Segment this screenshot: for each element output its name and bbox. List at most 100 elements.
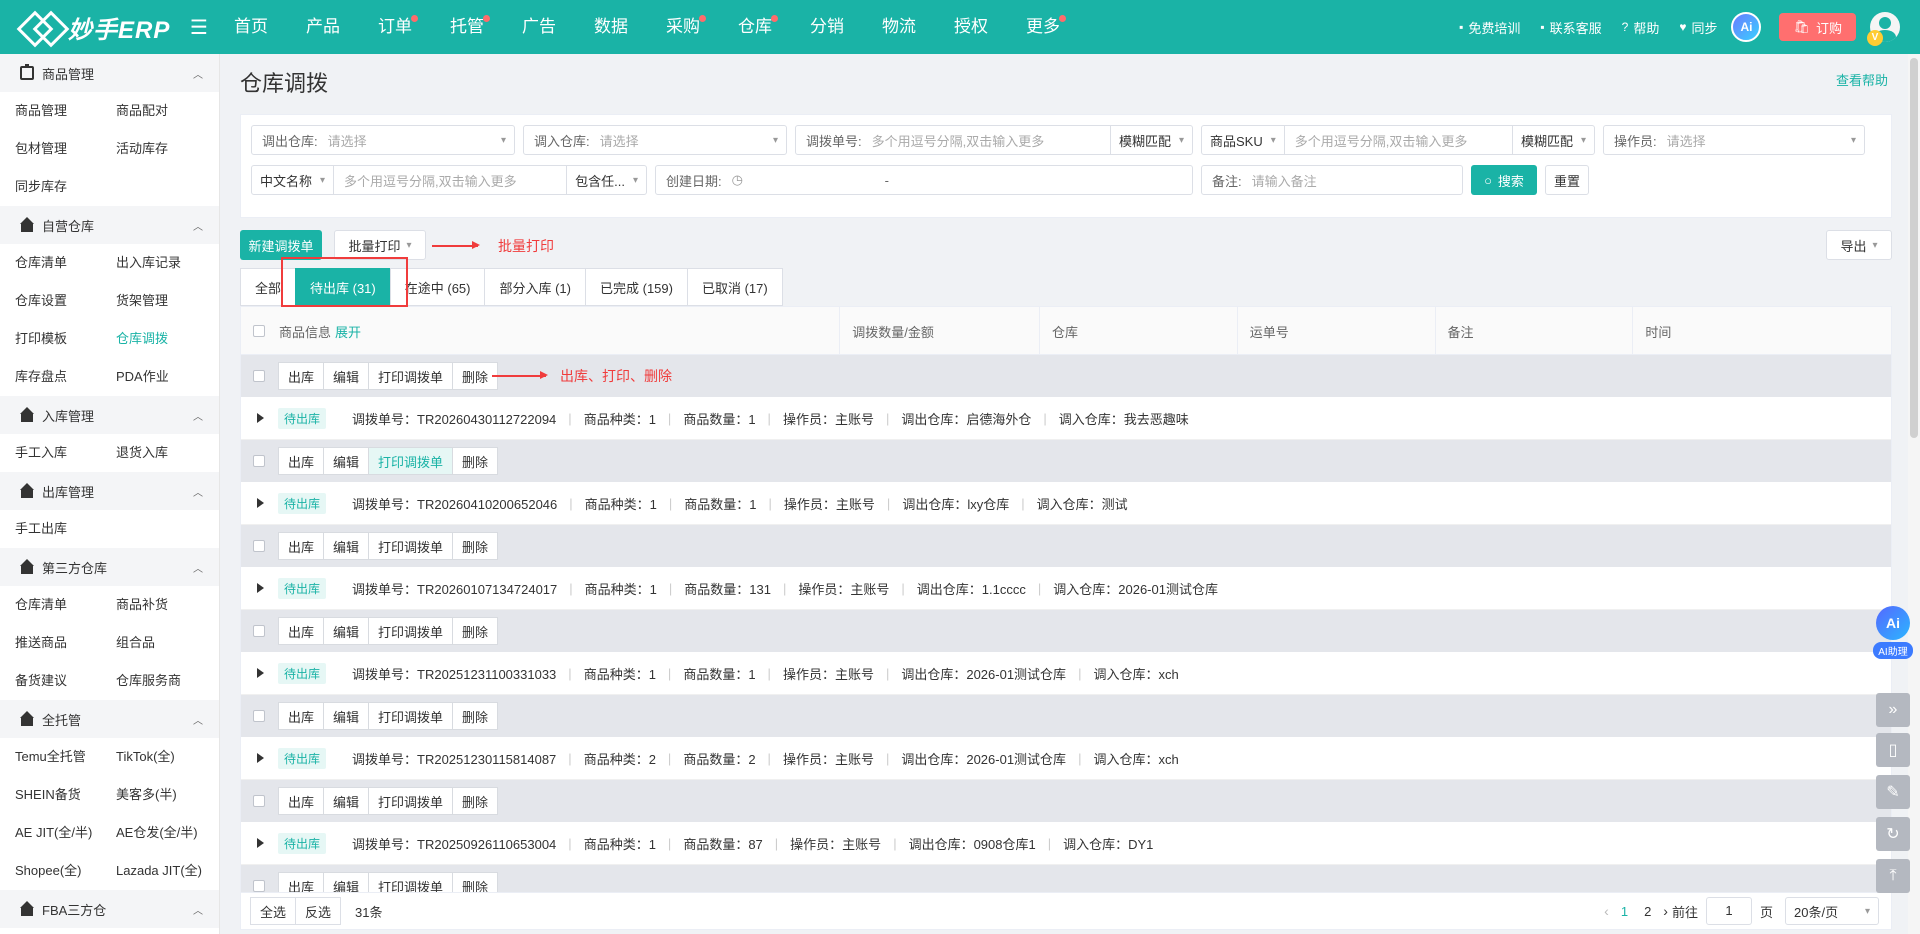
expand-row-icon[interactable]: [257, 583, 264, 593]
sidebar-item[interactable]: SHEIN备货: [15, 776, 116, 814]
sidebar-item[interactable]: 组合品: [116, 624, 217, 662]
transfer-no-match-select[interactable]: 模糊匹配 ▾: [1109, 126, 1192, 154]
print-transfer-button[interactable]: 打印调拨单: [368, 532, 454, 560]
row-checkbox[interactable]: [253, 795, 265, 807]
top-link[interactable]: ? 帮助: [1622, 18, 1660, 37]
edit-button[interactable]: 编辑: [323, 787, 370, 815]
row-checkbox[interactable]: [253, 455, 265, 467]
next-page-icon[interactable]: ›: [1663, 903, 1668, 919]
sidebar-item[interactable]: 货架管理: [116, 282, 217, 320]
menu-toggle-icon[interactable]: ☰: [190, 15, 214, 40]
sidebar-item[interactable]: Temu全托管: [15, 738, 116, 776]
ship-out-button[interactable]: 出库: [278, 702, 325, 730]
sidebar-item[interactable]: AE仓发(全/半): [116, 814, 217, 852]
sidebar-item[interactable]: 商品配对: [116, 92, 217, 130]
sidebar-item[interactable]: 仓库设置: [15, 282, 116, 320]
sidebar-item[interactable]: 活动库存: [116, 130, 217, 168]
collapse-icon[interactable]: »: [1876, 693, 1910, 727]
cn-name-type-select[interactable]: 中文名称 ▾: [252, 166, 335, 194]
help-link[interactable]: 查看帮助: [1836, 70, 1888, 89]
edit-button[interactable]: 编辑: [323, 362, 370, 390]
nav-item[interactable]: 物流: [870, 0, 928, 54]
sidebar-section-header[interactable]: 全托管 ︿: [0, 700, 219, 738]
top-link[interactable]: ♥ 同步: [1679, 18, 1717, 37]
nav-item[interactable]: 采购: [654, 0, 712, 54]
sidebar-item[interactable]: PDA作业: [116, 358, 217, 396]
print-transfer-button[interactable]: 打印调拨单: [368, 362, 454, 390]
print-transfer-button[interactable]: 打印调拨单: [368, 787, 454, 815]
nav-item[interactable]: 首页: [222, 0, 280, 54]
nav-item[interactable]: 授权: [942, 0, 1000, 54]
expand-row-icon[interactable]: [257, 753, 264, 763]
expand-link[interactable]: 展开: [335, 322, 361, 341]
sidebar-item[interactable]: 手工入库: [15, 434, 116, 472]
nav-item[interactable]: 广告: [510, 0, 568, 54]
transfer-no-field[interactable]: 调拨单号: 多个用逗号分隔,双击输入更多 模糊匹配 ▾: [795, 125, 1193, 155]
edit-button[interactable]: 编辑: [323, 532, 370, 560]
delete-button[interactable]: 删除: [452, 787, 499, 815]
back-to-top-icon[interactable]: ⤒: [1876, 859, 1910, 893]
sidebar-item[interactable]: 包材管理: [15, 130, 116, 168]
sidebar-item[interactable]: 手工出库: [15, 510, 116, 548]
ship-out-button[interactable]: 出库: [278, 787, 325, 815]
sidebar-item[interactable]: 商品补货: [116, 586, 217, 624]
sku-type-select[interactable]: 商品SKU ▾: [1202, 126, 1285, 154]
edit-button[interactable]: 编辑: [323, 447, 370, 475]
expand-row-icon[interactable]: [257, 413, 264, 423]
logo[interactable]: 妙手ERP: [0, 10, 180, 45]
sidebar-item[interactable]: 美客多(半): [116, 776, 217, 814]
expand-row-icon[interactable]: [257, 498, 264, 508]
edit-button[interactable]: 编辑: [323, 617, 370, 645]
nav-item[interactable]: 托管: [438, 0, 496, 54]
sku-field[interactable]: 商品SKU ▾ 多个用逗号分隔,双击输入更多 模糊匹配 ▾: [1201, 125, 1595, 155]
tab[interactable]: 部分入库 (1): [484, 268, 585, 306]
expand-row-icon[interactable]: [257, 668, 264, 678]
sidebar-item[interactable]: 备货建议: [15, 662, 116, 700]
ship-out-button[interactable]: 出库: [278, 447, 325, 475]
top-link[interactable]: ▪ 免费培训: [1459, 18, 1520, 37]
refresh-icon[interactable]: ↻: [1876, 817, 1910, 851]
new-transfer-button[interactable]: 新建调拨单: [240, 230, 322, 260]
invert-selection-button[interactable]: 反选: [295, 897, 342, 925]
nav-item[interactable]: 产品: [294, 0, 352, 54]
sidebar-section-header[interactable]: FBA三方仓 ︿: [0, 890, 219, 928]
search-button[interactable]: ○ 搜索: [1471, 165, 1537, 195]
delete-button[interactable]: 删除: [452, 447, 499, 475]
sidebar-item[interactable]: 同步库存: [15, 168, 116, 206]
created-date-range[interactable]: 创建日期: ◷ -: [655, 165, 1193, 195]
nav-item[interactable]: 分销: [798, 0, 856, 54]
remark-input[interactable]: 备注: 请输入备注: [1201, 165, 1463, 195]
top-link[interactable]: ▪ 联系客服: [1540, 18, 1601, 37]
ship-out-button[interactable]: 出库: [278, 617, 325, 645]
delete-button[interactable]: 删除: [452, 617, 499, 645]
page-size-select[interactable]: 20条/页 ▾: [1785, 897, 1879, 925]
ship-out-button[interactable]: 出库: [278, 362, 325, 390]
row-checkbox[interactable]: [253, 710, 265, 722]
sidebar-section-header[interactable]: 出库管理 ︿: [0, 472, 219, 510]
sidebar-item[interactable]: 打印模板: [15, 320, 116, 358]
sidebar-item[interactable]: Lazada JIT(全): [116, 852, 217, 890]
ai-assistant-icon[interactable]: Ai: [1731, 12, 1762, 42]
row-checkbox[interactable]: [253, 540, 265, 552]
cn-name-mode-select[interactable]: 包含任... ▾: [566, 166, 646, 194]
sidebar-section-header[interactable]: 入库管理 ︿: [0, 396, 219, 434]
out-warehouse-select[interactable]: 调出仓库: 请选择 ▾: [251, 125, 515, 155]
select-all-button[interactable]: 全选: [250, 897, 297, 925]
cn-name-field[interactable]: 中文名称 ▾ 多个用逗号分隔,双击输入更多 包含任... ▾: [251, 165, 647, 195]
sidebar-item[interactable]: 退货入库: [116, 434, 217, 472]
mobile-icon[interactable]: ▯: [1876, 733, 1910, 767]
ai-assistant-float[interactable]: Ai AI助理: [1873, 606, 1913, 659]
nav-item[interactable]: 仓库: [726, 0, 784, 54]
sidebar-item[interactable]: 仓库清单: [15, 244, 116, 282]
sidebar-item[interactable]: 推送商品: [15, 624, 116, 662]
in-warehouse-select[interactable]: 调入仓库: 请选择 ▾: [523, 125, 787, 155]
reset-button[interactable]: 重置: [1545, 165, 1589, 195]
page-2[interactable]: 2: [1644, 904, 1651, 919]
batch-print-dropdown[interactable]: 批量打印 ▾: [334, 230, 426, 260]
expand-row-icon[interactable]: [257, 838, 264, 848]
goto-page-input[interactable]: 1: [1705, 897, 1752, 925]
export-dropdown[interactable]: 导出 ▾: [1826, 230, 1892, 260]
row-checkbox[interactable]: [253, 370, 265, 382]
scrollbar-thumb[interactable]: [1910, 58, 1918, 438]
sidebar-item[interactable]: 仓库调拨: [116, 320, 217, 358]
